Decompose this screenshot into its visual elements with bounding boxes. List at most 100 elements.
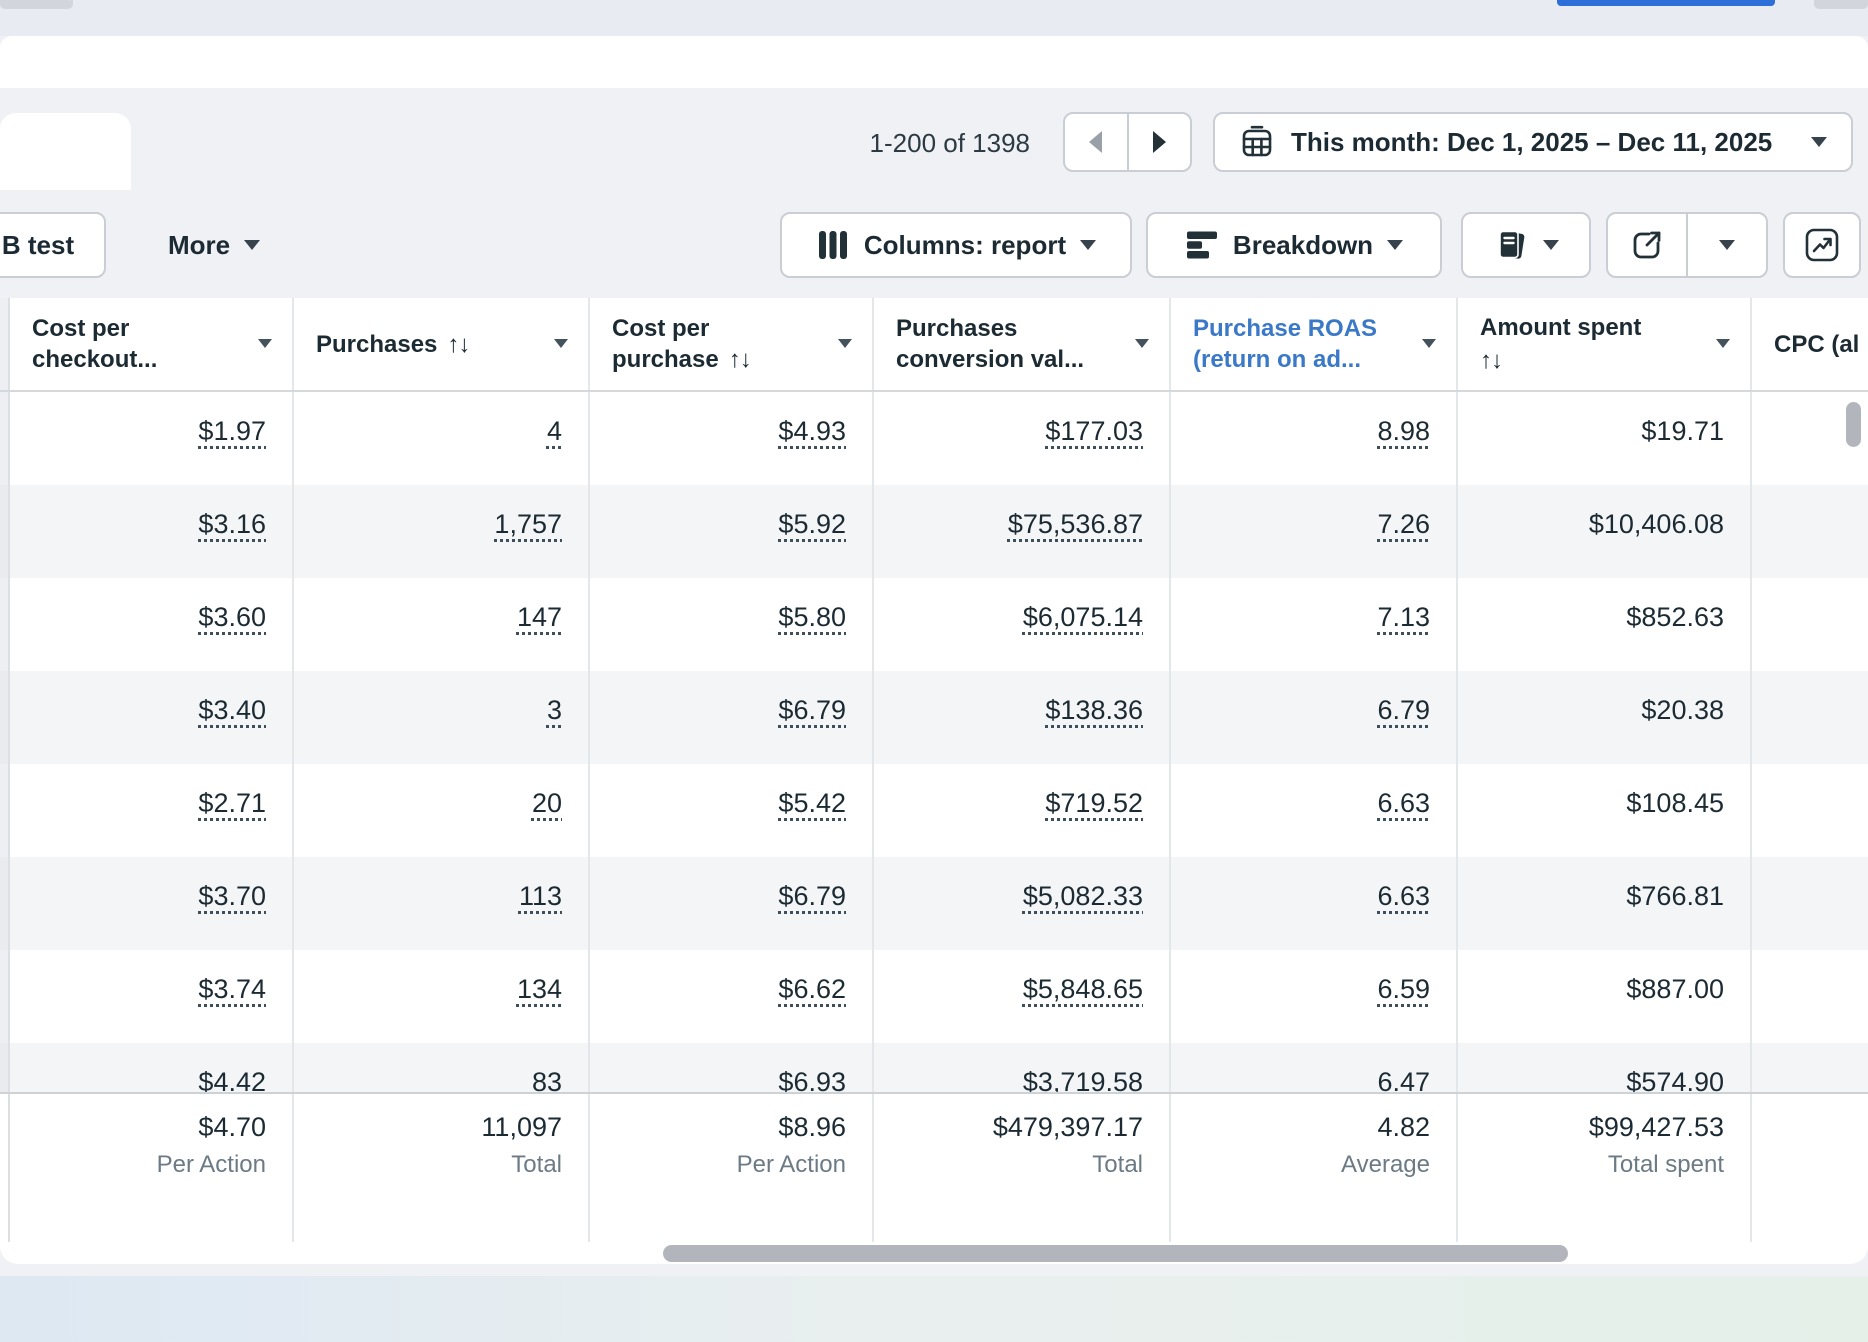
table-cell: $2.71: [10, 764, 294, 857]
table-row: $2.7120$5.42$719.526.63$108.45: [0, 764, 1868, 857]
metric-value[interactable]: 6.47: [1377, 1067, 1430, 1092]
metric-value[interactable]: $6,075.14: [1023, 602, 1143, 632]
metric-value[interactable]: $2.71: [198, 788, 266, 818]
metric-value[interactable]: 4: [547, 416, 562, 446]
column-header-purchases-conversion-val[interactable]: Purchases conversion val...: [874, 298, 1171, 390]
metric-value[interactable]: 1,757: [494, 509, 562, 539]
metric-value[interactable]: $3,719.58: [1023, 1067, 1143, 1092]
metric-value[interactable]: 6.63: [1377, 788, 1430, 818]
column-header-text: Purchases: [316, 331, 437, 358]
metric-value[interactable]: $6.79: [778, 695, 846, 725]
totals-value: $4.70: [10, 1112, 266, 1143]
column-menu-caret-icon[interactable]: [1422, 339, 1436, 348]
vertical-scrollbar-thumb[interactable]: [1846, 402, 1861, 447]
metric-value[interactable]: $5.92: [778, 509, 846, 539]
column-menu-caret-icon[interactable]: [554, 339, 568, 348]
metric-value[interactable]: 6.59: [1377, 974, 1430, 1004]
columns-button[interactable]: Columns: report: [780, 212, 1132, 278]
column-menu-caret-icon[interactable]: [838, 339, 852, 348]
table-cell: $6,075.14: [874, 578, 1171, 671]
column-menu-caret-icon[interactable]: [258, 339, 272, 348]
metric-value[interactable]: 134: [517, 974, 562, 1004]
reports-button[interactable]: [1461, 212, 1591, 278]
totals-label: Total: [874, 1151, 1143, 1179]
metric-value[interactable]: $6.62: [778, 974, 846, 1004]
export-icon: [1630, 228, 1664, 262]
table-cell: $574.90: [1458, 1043, 1752, 1092]
metric-value[interactable]: $177.03: [1045, 416, 1143, 446]
column-header-label: Cost per checkout...: [32, 313, 202, 375]
table-cell: 8.98: [1171, 392, 1458, 485]
metric-value[interactable]: $6.93: [778, 1067, 846, 1092]
metric-value[interactable]: $5,848.65: [1023, 974, 1143, 1004]
metric-value[interactable]: $3.40: [198, 695, 266, 725]
metric-value[interactable]: $3.60: [198, 602, 266, 632]
column-header-text: Cost per purchase: [612, 315, 719, 373]
column-header-text: Purchase ROAS (return on ad...: [1193, 315, 1377, 373]
metric-value[interactable]: $75,536.87: [1008, 509, 1143, 539]
table-cell: [1752, 485, 1868, 578]
column-menu-caret-icon[interactable]: [1135, 339, 1149, 348]
table-cell: $3.60: [10, 578, 294, 671]
ads-manager-screen: 1-200 of 1398 This month: Dec 1, 2025 – …: [0, 0, 1868, 1342]
table-body: $1.974$4.93$177.038.98$19.71$3.161,757$5…: [0, 392, 1868, 1092]
metric-value[interactable]: 8.98: [1377, 416, 1430, 446]
metric-value[interactable]: $5,082.33: [1023, 881, 1143, 911]
left-tab-remnant[interactable]: [0, 113, 131, 190]
metric-value[interactable]: $6.79: [778, 881, 846, 911]
metric-value[interactable]: 20: [532, 788, 562, 818]
metric-value[interactable]: $5.80: [778, 602, 846, 632]
table-row: $1.974$4.93$177.038.98$19.71: [0, 392, 1868, 485]
export-options-button[interactable]: [1686, 214, 1766, 276]
table-cell: 147: [294, 578, 590, 671]
column-header-amount-spent[interactable]: Amount spent↑↓: [1458, 298, 1752, 390]
metric-value[interactable]: $4.42: [198, 1067, 266, 1092]
breakdown-button[interactable]: Breakdown: [1146, 212, 1442, 278]
metric-value[interactable]: $138.36: [1045, 695, 1143, 725]
metric-value[interactable]: 3: [547, 695, 562, 725]
metric-value[interactable]: 83: [532, 1067, 562, 1092]
metric-value[interactable]: $3.16: [198, 509, 266, 539]
metric-value[interactable]: $3.70: [198, 881, 266, 911]
metric-value[interactable]: 147: [517, 602, 562, 632]
metric-value[interactable]: 6.63: [1377, 881, 1430, 911]
metric-value[interactable]: $3.74: [198, 974, 266, 1004]
metric-value[interactable]: $4.93: [778, 416, 846, 446]
export-button[interactable]: [1608, 214, 1686, 276]
ab-test-button[interactable]: B test: [0, 212, 106, 278]
previous-page-button[interactable]: [1065, 114, 1127, 170]
next-page-button[interactable]: [1127, 114, 1191, 170]
column-header-purchases[interactable]: Purchases↑↓: [294, 298, 590, 390]
metric-value[interactable]: 7.13: [1377, 602, 1430, 632]
column-menu-caret-icon[interactable]: [1716, 339, 1730, 348]
more-button[interactable]: More: [152, 212, 276, 278]
date-range-button[interactable]: This month: Dec 1, 2025 – Dec 11, 2025: [1213, 112, 1853, 172]
table-cell: 7.26: [1171, 485, 1458, 578]
column-header-purchase-roas-return-on-ad[interactable]: Purchase ROAS (return on ad...: [1171, 298, 1458, 390]
column-header-cost-per-purchase[interactable]: Cost per purchase↑↓: [590, 298, 874, 390]
metric-value[interactable]: $1.97: [198, 416, 266, 446]
totals-value: 4.82: [1171, 1112, 1430, 1143]
table-cell: 6.47: [1171, 1043, 1458, 1092]
analyze-button[interactable]: [1783, 212, 1861, 278]
totals-cell: $479,397.17Total: [874, 1094, 1171, 1242]
column-header-text: Amount spent: [1480, 314, 1641, 341]
metric-value[interactable]: $719.52: [1045, 788, 1143, 818]
totals-cell: $8.96Per Action: [590, 1094, 874, 1242]
row-sliver: [0, 950, 10, 1043]
table-cell: $3.74: [10, 950, 294, 1043]
horizontal-scrollbar-thumb[interactable]: [663, 1245, 1568, 1262]
column-header-cpc-al[interactable]: CPC (al: [1752, 298, 1868, 390]
metric-value[interactable]: 7.26: [1377, 509, 1430, 539]
metric-value[interactable]: 113: [519, 881, 562, 911]
calendar-icon: [1239, 124, 1275, 160]
header-sliver: [0, 298, 10, 390]
metric-value[interactable]: 6.79: [1377, 695, 1430, 725]
column-header-label: Amount spent↑↓: [1480, 312, 1641, 376]
metric-value: $10,406.08: [1589, 509, 1724, 539]
column-header-cost-per-checkout[interactable]: Cost per checkout...: [10, 298, 294, 390]
totals-cell: 4.82Average: [1171, 1094, 1458, 1242]
table-cell: $6.62: [590, 950, 874, 1043]
metric-value[interactable]: $5.42: [778, 788, 846, 818]
column-header-label: CPC (al: [1774, 329, 1859, 360]
